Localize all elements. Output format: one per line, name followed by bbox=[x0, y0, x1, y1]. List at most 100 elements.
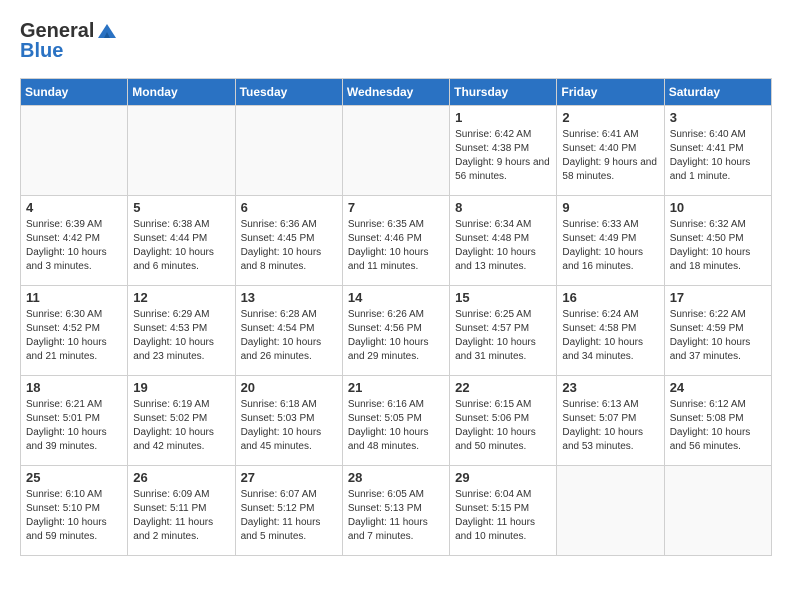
logo-general-text: General bbox=[20, 20, 94, 42]
day-number: 28 bbox=[348, 470, 444, 485]
day-number: 1 bbox=[455, 110, 551, 125]
day-info: Sunrise: 6:41 AMSunset: 4:40 PMDaylight:… bbox=[562, 128, 658, 184]
calendar-cell: 11Sunrise: 6:30 AMSunset: 4:52 PMDayligh… bbox=[21, 286, 128, 376]
calendar-week-3: 11Sunrise: 6:30 AMSunset: 4:52 PMDayligh… bbox=[21, 286, 772, 376]
calendar-cell: 24 Sunrise: 6:12 AMSunset: 5:08 PMDayligh… bbox=[664, 376, 771, 466]
weekday-header-monday: Monday bbox=[128, 79, 235, 106]
day-number: 7 bbox=[348, 200, 444, 215]
day-number: 22 bbox=[455, 380, 551, 395]
calendar-cell bbox=[342, 106, 449, 196]
calendar-week-1: 1 Sunrise: 6:42 AMSunset: 4:38 PMDaylight… bbox=[21, 106, 772, 196]
day-number: 27 bbox=[241, 470, 337, 485]
day-info: Sunrise: 6:40 AMSunset: 4:41 PMDaylight:… bbox=[670, 128, 766, 184]
calendar-table: SundayMondayTuesdayWednesdayThursdayFrid… bbox=[20, 78, 772, 556]
weekday-header-thursday: Thursday bbox=[450, 79, 557, 106]
day-number: 11 bbox=[26, 290, 122, 305]
calendar-week-4: 18 Sunrise: 6:21 AMSunset: 5:01 PMDayligh… bbox=[21, 376, 772, 466]
day-number: 8 bbox=[455, 200, 551, 215]
calendar-cell: 23Sunrise: 6:13 AMSunset: 5:07 PMDayligh… bbox=[557, 376, 664, 466]
calendar-cell: 5 Sunrise: 6:38 AMSunset: 4:44 PMDaylight… bbox=[128, 196, 235, 286]
calendar-week-5: 25 Sunrise: 6:10 AMSunset: 5:10 PMDayligh… bbox=[21, 466, 772, 556]
day-info: Sunrise: 6:16 AMSunset: 5:05 PMDaylight:… bbox=[348, 398, 444, 454]
weekday-header-tuesday: Tuesday bbox=[235, 79, 342, 106]
calendar-cell bbox=[557, 466, 664, 556]
calendar-cell: 25 Sunrise: 6:10 AMSunset: 5:10 PMDayligh… bbox=[21, 466, 128, 556]
day-number: 29 bbox=[455, 470, 551, 485]
day-number: 18 bbox=[26, 380, 122, 395]
calendar-week-2: 4Sunrise: 6:39 AMSunset: 4:42 PMDaylight… bbox=[21, 196, 772, 286]
day-number: 5 bbox=[133, 200, 229, 215]
logo-icon bbox=[96, 20, 118, 42]
day-info: Sunrise: 6:05 AMSunset: 5:13 PMDaylight:… bbox=[348, 488, 444, 544]
day-number: 16 bbox=[562, 290, 658, 305]
calendar-cell bbox=[235, 106, 342, 196]
logo-blue-text: Blue bbox=[20, 40, 118, 62]
calendar-cell: 27 Sunrise: 6:07 AMSunset: 5:12 PMDayligh… bbox=[235, 466, 342, 556]
day-info: Sunrise: 6:04 AMSunset: 5:15 PMDaylight:… bbox=[455, 488, 551, 544]
day-number: 25 bbox=[26, 470, 122, 485]
calendar-cell: 15 Sunrise: 6:25 AMSunset: 4:57 PMDayligh… bbox=[450, 286, 557, 376]
day-info: Sunrise: 6:26 AMSunset: 4:56 PMDaylight:… bbox=[348, 308, 444, 364]
day-info: Sunrise: 6:10 AMSunset: 5:10 PMDaylight:… bbox=[26, 488, 122, 544]
calendar-cell: 1 Sunrise: 6:42 AMSunset: 4:38 PMDaylight… bbox=[450, 106, 557, 196]
calendar-cell: 20 Sunrise: 6:18 AMSunset: 5:03 PMDayligh… bbox=[235, 376, 342, 466]
day-info: Sunrise: 6:35 AMSunset: 4:46 PMDaylight:… bbox=[348, 218, 444, 274]
calendar-cell: 10 Sunrise: 6:32 AMSunset: 4:50 PMDayligh… bbox=[664, 196, 771, 286]
calendar-cell: 22 Sunrise: 6:15 AMSunset: 5:06 PMDayligh… bbox=[450, 376, 557, 466]
day-number: 15 bbox=[455, 290, 551, 305]
calendar-cell: 16 Sunrise: 6:24 AMSunset: 4:58 PMDayligh… bbox=[557, 286, 664, 376]
day-number: 24 bbox=[670, 380, 766, 395]
calendar-cell: 21 Sunrise: 6:16 AMSunset: 5:05 PMDayligh… bbox=[342, 376, 449, 466]
day-number: 17 bbox=[670, 290, 766, 305]
calendar-cell: 26 Sunrise: 6:09 AMSunset: 5:11 PMDayligh… bbox=[128, 466, 235, 556]
calendar-cell: 14 Sunrise: 6:26 AMSunset: 4:56 PMDayligh… bbox=[342, 286, 449, 376]
day-info: Sunrise: 6:21 AMSunset: 5:01 PMDaylight:… bbox=[26, 398, 122, 454]
calendar-cell: 29 Sunrise: 6:04 AMSunset: 5:15 PMDayligh… bbox=[450, 466, 557, 556]
calendar-cell: 4Sunrise: 6:39 AMSunset: 4:42 PMDaylight… bbox=[21, 196, 128, 286]
calendar-cell: 17 Sunrise: 6:22 AMSunset: 4:59 PMDayligh… bbox=[664, 286, 771, 376]
day-info: Sunrise: 6:09 AMSunset: 5:11 PMDaylight:… bbox=[133, 488, 229, 544]
day-info: Sunrise: 6:19 AMSunset: 5:02 PMDaylight:… bbox=[133, 398, 229, 454]
day-number: 20 bbox=[241, 380, 337, 395]
day-number: 13 bbox=[241, 290, 337, 305]
day-info: Sunrise: 6:28 AMSunset: 4:54 PMDaylight:… bbox=[241, 308, 337, 364]
calendar-cell: 8 Sunrise: 6:34 AMSunset: 4:48 PMDaylight… bbox=[450, 196, 557, 286]
calendar-cell: 7 Sunrise: 6:35 AMSunset: 4:46 PMDaylight… bbox=[342, 196, 449, 286]
day-info: Sunrise: 6:24 AMSunset: 4:58 PMDaylight:… bbox=[562, 308, 658, 364]
day-info: Sunrise: 6:32 AMSunset: 4:50 PMDaylight:… bbox=[670, 218, 766, 274]
day-info: Sunrise: 6:34 AMSunset: 4:48 PMDaylight:… bbox=[455, 218, 551, 274]
day-info: Sunrise: 6:13 AMSunset: 5:07 PMDaylight:… bbox=[562, 398, 658, 454]
day-number: 2 bbox=[562, 110, 658, 125]
calendar-cell: 13 Sunrise: 6:28 AMSunset: 4:54 PMDayligh… bbox=[235, 286, 342, 376]
day-info: Sunrise: 6:15 AMSunset: 5:06 PMDaylight:… bbox=[455, 398, 551, 454]
calendar-cell: 18 Sunrise: 6:21 AMSunset: 5:01 PMDayligh… bbox=[21, 376, 128, 466]
weekday-header-sunday: Sunday bbox=[21, 79, 128, 106]
day-number: 21 bbox=[348, 380, 444, 395]
day-info: Sunrise: 6:22 AMSunset: 4:59 PMDaylight:… bbox=[670, 308, 766, 364]
day-info: Sunrise: 6:36 AMSunset: 4:45 PMDaylight:… bbox=[241, 218, 337, 274]
day-number: 14 bbox=[348, 290, 444, 305]
calendar-cell: 28 Sunrise: 6:05 AMSunset: 5:13 PMDayligh… bbox=[342, 466, 449, 556]
day-info: Sunrise: 6:38 AMSunset: 4:44 PMDaylight:… bbox=[133, 218, 229, 274]
weekday-header-friday: Friday bbox=[557, 79, 664, 106]
day-info: Sunrise: 6:42 AMSunset: 4:38 PMDaylight:… bbox=[455, 128, 551, 184]
calendar-cell: 3 Sunrise: 6:40 AMSunset: 4:41 PMDaylight… bbox=[664, 106, 771, 196]
calendar-cell bbox=[128, 106, 235, 196]
day-number: 10 bbox=[670, 200, 766, 215]
weekday-header-saturday: Saturday bbox=[664, 79, 771, 106]
calendar-cell: 12Sunrise: 6:29 AMSunset: 4:53 PMDayligh… bbox=[128, 286, 235, 376]
day-info: Sunrise: 6:25 AMSunset: 4:57 PMDaylight:… bbox=[455, 308, 551, 364]
day-info: Sunrise: 6:12 AMSunset: 5:08 PMDaylight:… bbox=[670, 398, 766, 454]
calendar-cell bbox=[21, 106, 128, 196]
day-number: 19 bbox=[133, 380, 229, 395]
day-number: 3 bbox=[670, 110, 766, 125]
day-info: Sunrise: 6:07 AMSunset: 5:12 PMDaylight:… bbox=[241, 488, 337, 544]
day-number: 6 bbox=[241, 200, 337, 215]
page-header: General Blue bbox=[20, 20, 772, 62]
day-number: 26 bbox=[133, 470, 229, 485]
weekday-header-wednesday: Wednesday bbox=[342, 79, 449, 106]
calendar-cell: 19 Sunrise: 6:19 AMSunset: 5:02 PMDayligh… bbox=[128, 376, 235, 466]
day-number: 4 bbox=[26, 200, 122, 215]
day-number: 12 bbox=[133, 290, 229, 305]
day-info: Sunrise: 6:18 AMSunset: 5:03 PMDaylight:… bbox=[241, 398, 337, 454]
